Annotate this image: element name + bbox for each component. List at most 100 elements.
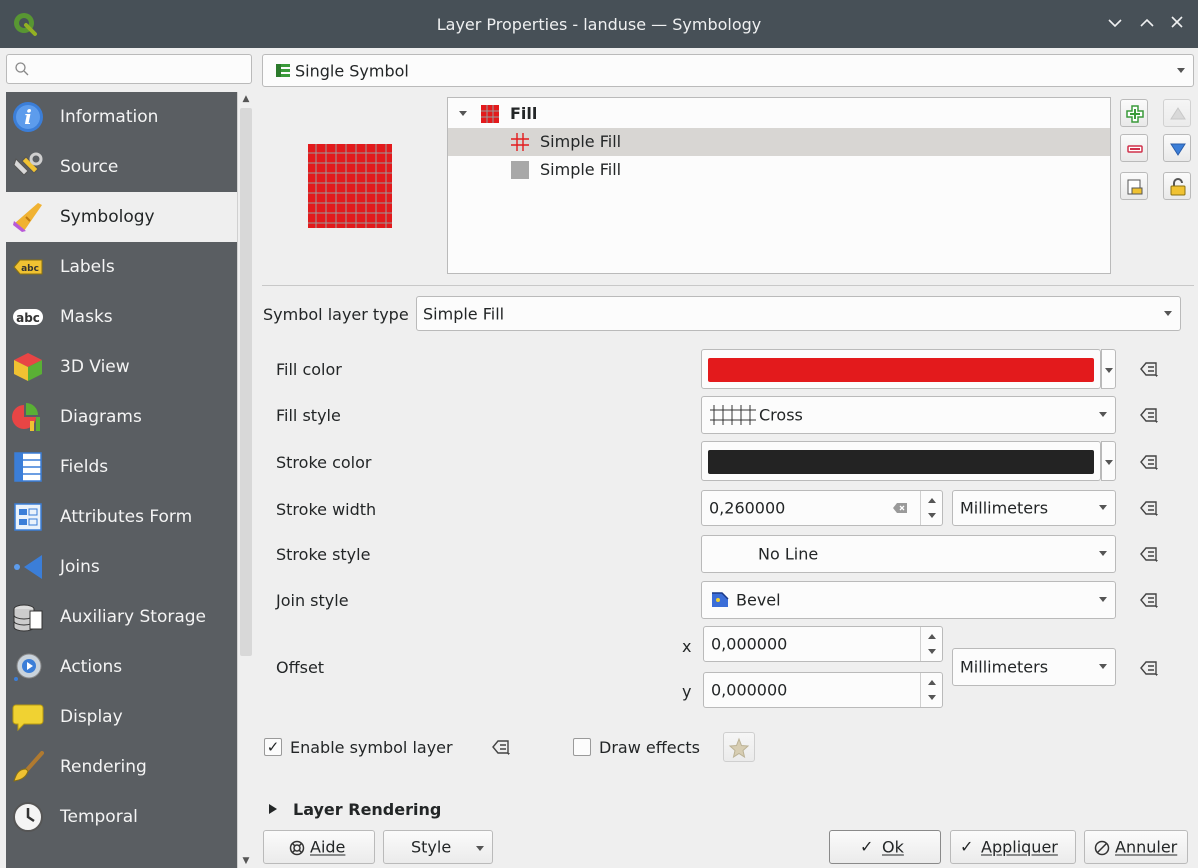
fill-style-data-defined-button[interactable] — [1134, 403, 1166, 427]
sidebar-item-attributes-form[interactable]: Attributes Form — [6, 492, 237, 542]
offset-y-spinbox[interactable]: 0,000000 — [703, 672, 943, 708]
renderer-select[interactable]: Single Symbol — [262, 54, 1194, 87]
sidebar-item-source[interactable]: Source — [6, 142, 237, 192]
cancel-button[interactable]: Annuler — [1084, 830, 1188, 864]
chevron-down-icon — [476, 846, 484, 851]
collapse-arrow-icon[interactable] — [268, 803, 278, 815]
offset-x-spinbox[interactable]: 0,000000 — [703, 626, 943, 662]
chevron-down-icon — [1099, 597, 1107, 602]
triangle-down-icon — [1170, 143, 1186, 156]
ok-button-label: Ok — [882, 837, 904, 857]
enable-symbol-layer-checkbox[interactable]: ✓ — [264, 738, 282, 756]
duplicate-layer-button[interactable] — [1120, 172, 1148, 200]
chevron-down-icon — [1099, 664, 1107, 669]
stroke-width-data-defined-button[interactable] — [1134, 496, 1166, 520]
offset-data-defined-button[interactable] — [1134, 656, 1166, 680]
sidebar-item-symbology[interactable]: Symbology — [6, 192, 237, 242]
data-defined-icon — [1140, 362, 1158, 377]
scrollbar-thumb[interactable] — [240, 108, 252, 656]
spin-buttons[interactable] — [920, 627, 942, 661]
draw-effects-checkbox[interactable] — [573, 738, 591, 756]
sidebar-item-display[interactable]: Display — [6, 692, 237, 742]
offset-unit-select[interactable]: Millimeters — [952, 648, 1116, 686]
enable-symbol-layer-label: Enable symbol layer — [290, 738, 453, 757]
stroke-width-unit-select[interactable]: Millimeters — [952, 490, 1116, 526]
symbol-layer-tree[interactable]: Fill Simple Fill Simple Fill — [447, 97, 1111, 274]
fill-color-menu-button[interactable] — [1101, 349, 1116, 389]
sidebar-item-auxiliary-storage[interactable]: Auxiliary Storage — [6, 592, 237, 642]
stroke-style-data-defined-button[interactable] — [1134, 542, 1166, 566]
sidebar-list: i Information Source Symbology abc Label… — [6, 92, 237, 868]
move-down-button[interactable] — [1163, 134, 1191, 162]
stroke-color-button[interactable] — [701, 441, 1101, 481]
search-input[interactable] — [6, 54, 252, 84]
sidebar-item-label: Masks — [60, 307, 113, 327]
sidebar-item-partial[interactable] — [6, 842, 237, 868]
close-button[interactable] — [1164, 10, 1190, 36]
clear-icon[interactable] — [892, 502, 908, 514]
tree-row-simple-fill-1[interactable]: Simple Fill — [448, 128, 1110, 156]
maximize-button[interactable] — [1134, 10, 1160, 36]
form-icon — [14, 503, 42, 531]
symbol-layer-type-select[interactable]: Simple Fill — [416, 296, 1181, 331]
offset-x-label: x — [682, 637, 692, 656]
paintbrush-icon — [13, 203, 42, 232]
layer-rendering-label[interactable]: Layer Rendering — [293, 800, 441, 819]
symbol-layer-type-label: Symbol layer type — [263, 305, 409, 324]
cross-pattern-icon — [710, 405, 756, 425]
sidebar-item-label: Auxiliary Storage — [60, 607, 207, 627]
sidebar-item-labels[interactable]: abc Labels — [6, 242, 237, 292]
style-button[interactable]: Style — [383, 830, 493, 864]
scroll-down-arrow-icon[interactable]: ▼ — [238, 854, 254, 868]
database-icon — [13, 604, 43, 632]
apply-button[interactable]: ✓ Appliquer — [950, 830, 1076, 864]
sidebar-item-3d-view[interactable]: 3D View — [6, 342, 237, 392]
stroke-width-spinbox[interactable]: 0,260000 — [701, 490, 943, 526]
expand-arrow-icon[interactable] — [458, 110, 468, 118]
fill-style-select[interactable]: Cross — [701, 396, 1116, 434]
sidebar-item-diagrams[interactable]: Diagrams — [6, 392, 237, 442]
sidebar-item-label: Source — [60, 157, 119, 177]
add-symbol-layer-button[interactable] — [1120, 99, 1148, 127]
remove-symbol-layer-button[interactable] — [1120, 134, 1148, 162]
fill-color-button[interactable] — [701, 349, 1101, 389]
tree-layer-label: Simple Fill — [540, 160, 622, 179]
move-up-button[interactable] — [1163, 99, 1191, 127]
style-button-label: Style — [411, 837, 452, 857]
effects-settings-button[interactable] — [723, 732, 755, 762]
search-icon — [15, 62, 29, 76]
sidebar-item-fields[interactable]: Fields — [6, 442, 237, 492]
stroke-color-data-defined-button[interactable] — [1134, 450, 1166, 474]
stroke-color-menu-button[interactable] — [1101, 441, 1116, 481]
sidebar-scrollbar[interactable]: ▲ ▼ — [237, 92, 254, 868]
join-style-select[interactable]: Bevel — [701, 581, 1116, 619]
enable-layer-data-defined-button[interactable] — [486, 735, 518, 759]
join-style-data-defined-button[interactable] — [1134, 588, 1166, 612]
scroll-up-arrow-icon[interactable]: ▲ — [238, 92, 254, 106]
sidebar-item-masks[interactable]: abc Masks — [6, 292, 237, 342]
clock-icon — [13, 802, 43, 832]
stroke-style-select[interactable]: No Line — [701, 535, 1116, 573]
help-button[interactable]: Aide — [263, 830, 375, 864]
spin-buttons[interactable] — [920, 673, 942, 707]
cancel-button-label: Annuler — [1115, 837, 1178, 857]
chevron-down-icon — [1164, 310, 1172, 316]
tree-row-fill[interactable]: Fill — [448, 100, 1110, 128]
help-button-label: Aide — [310, 837, 346, 857]
sidebar-item-rendering[interactable]: Rendering — [6, 742, 237, 792]
ok-button[interactable]: ✓ Ok — [829, 830, 941, 864]
minimize-button[interactable] — [1102, 10, 1128, 36]
single-symbol-icon — [276, 64, 290, 77]
renderer-value: Single Symbol — [295, 61, 409, 80]
data-defined-icon — [1140, 661, 1158, 676]
sidebar-item-temporal[interactable]: Temporal — [6, 792, 237, 842]
lock-layer-button[interactable] — [1163, 172, 1191, 200]
tree-row-simple-fill-2[interactable]: Simple Fill — [448, 156, 1110, 184]
data-defined-icon — [492, 740, 510, 755]
sidebar-item-joins[interactable]: Joins — [6, 542, 237, 592]
masks-icon: abc — [13, 309, 43, 325]
sidebar-item-information[interactable]: i Information — [6, 92, 237, 142]
spin-buttons[interactable] — [920, 491, 942, 525]
sidebar-item-actions[interactable]: Actions — [6, 642, 237, 692]
fill-color-data-defined-button[interactable] — [1134, 357, 1166, 381]
